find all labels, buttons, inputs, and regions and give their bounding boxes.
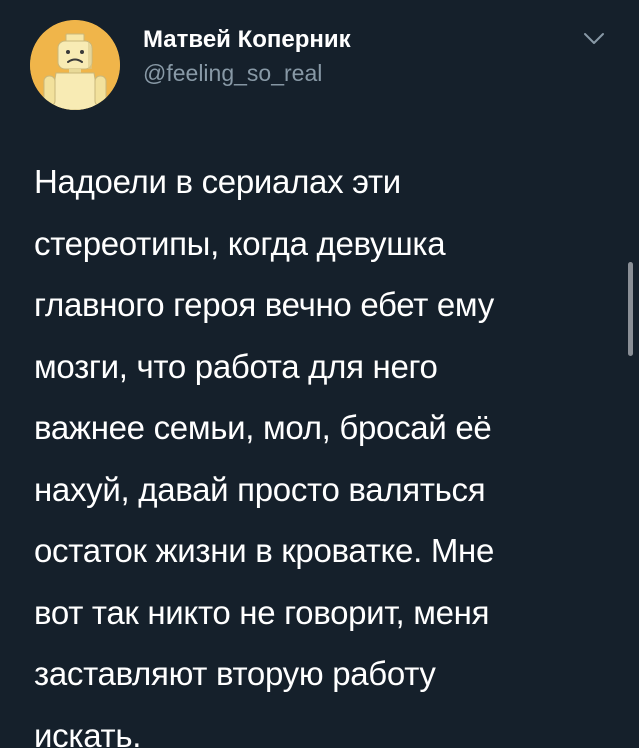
tweet-text-line: нахуй, давай просто валяться — [34, 470, 486, 508]
tweet-text-line: главного героя вечно ебет ему — [34, 286, 494, 323]
lego-figure-icon — [30, 20, 120, 110]
author-display-name[interactable]: Матвей Коперник — [143, 26, 351, 54]
tweet-text-line: искать. — [34, 716, 142, 748]
tweet-text-line: заставляют вторую работу — [34, 655, 436, 692]
author-handle[interactable]: @feeling_so_real — [143, 60, 322, 87]
tweet-text-line: Надоели в сериалах эти — [34, 163, 401, 200]
tweet-text-line: важнее семьи, мол, бросай её — [34, 409, 492, 446]
tweet-text-line: вот так никто не говорит, меня — [34, 593, 490, 631]
tweet-card: Матвей Коперник @feeling_so_real Надоели… — [0, 0, 639, 748]
scrollbar-thumb[interactable] — [628, 262, 633, 356]
tweet-text-line: стереотипы, когда девушка — [34, 224, 446, 262]
user-avatar[interactable] — [30, 20, 120, 110]
tweet-text: Надоели в сериалах эти стереотипы, когда… — [34, 151, 609, 748]
tweet-text-line: остаток жизни в кроватке. Мне — [34, 532, 495, 569]
tweet-text-line: мозги, что работа для него — [34, 347, 438, 385]
chevron-down-icon[interactable] — [583, 32, 605, 46]
